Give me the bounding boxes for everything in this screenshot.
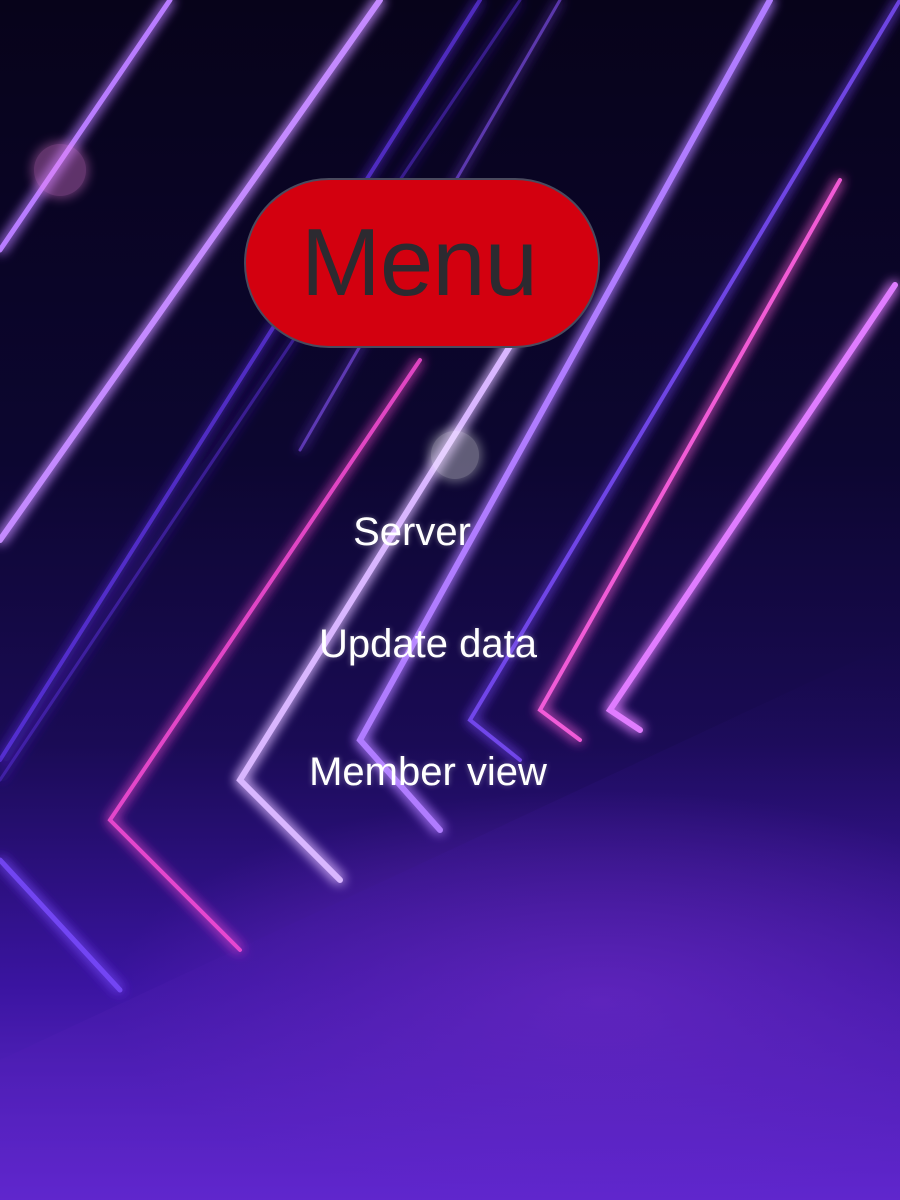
menu-button[interactable]: Menu bbox=[244, 178, 600, 348]
menu-item-update-data[interactable]: Update data bbox=[0, 622, 856, 667]
menu-button-label: Menu bbox=[300, 209, 538, 316]
menu-item-server[interactable]: Server bbox=[0, 510, 840, 555]
menu-screen: Menu Server Update data Member view bbox=[0, 0, 900, 1200]
menu-item-member-view[interactable]: Member view bbox=[0, 750, 856, 795]
